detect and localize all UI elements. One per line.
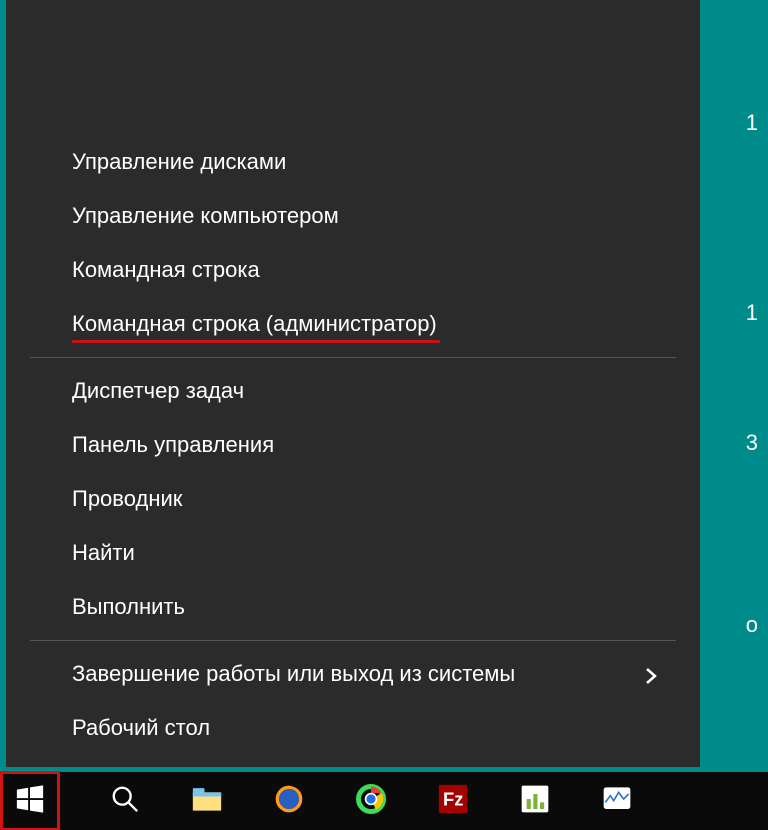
menu-item-control-panel[interactable]: Панель управления [6, 418, 700, 472]
taskbar-file-explorer-button[interactable] [169, 772, 245, 830]
chevron-right-icon [642, 665, 660, 683]
menu-item-shutdown-signout[interactable]: Завершение работы или выход из системы [6, 647, 700, 701]
menu-item-search[interactable]: Найти [6, 526, 700, 580]
menu-item-disk-management[interactable]: Управление дисками [6, 135, 700, 189]
menu-item-command-prompt[interactable]: Командная строка [6, 243, 700, 297]
desktop-text: 1 [746, 300, 758, 326]
filezilla-icon: Fz [438, 784, 468, 819]
menu-separator [30, 640, 676, 641]
start-button[interactable] [3, 774, 57, 828]
svg-text:Fz: Fz [443, 788, 463, 809]
menu-item-run[interactable]: Выполнить [6, 580, 700, 634]
menu-item-label: Завершение работы или выход из системы [72, 661, 515, 686]
taskbar-app-monitor-button[interactable] [579, 772, 655, 830]
taskbar-search-button[interactable] [87, 772, 163, 830]
desktop-text: 3 [746, 430, 758, 456]
file-explorer-icon [192, 784, 222, 819]
taskbar: Fz [0, 772, 768, 830]
desktop-text: 1 [746, 110, 758, 136]
menu-item-label: Командная строка (администратор) [72, 311, 437, 336]
menu-item-label: Выполнить [72, 594, 185, 619]
menu-item-desktop[interactable]: Рабочий стол [6, 701, 700, 755]
highlight-underline [72, 340, 440, 343]
app-monitor-icon [602, 784, 632, 819]
taskbar-firefox-button[interactable] [251, 772, 327, 830]
menu-item-task-manager[interactable]: Диспетчер задач [6, 364, 700, 418]
firefox-icon [274, 784, 304, 819]
windows-icon [15, 784, 45, 819]
menu-item-label: Командная строка [72, 257, 260, 282]
app-chart-icon [520, 784, 550, 819]
menu-item-computer-management[interactable]: Управление компьютером [6, 189, 700, 243]
menu-item-file-explorer[interactable]: Проводник [6, 472, 700, 526]
menu-item-label: Диспетчер задач [72, 378, 244, 403]
desktop-text: о [746, 612, 758, 638]
menu-separator [30, 357, 676, 358]
taskbar-chrome-button[interactable] [333, 772, 409, 830]
start-context-menu: Управление дисками Управление компьютеро… [6, 0, 700, 767]
menu-item-label: Панель управления [72, 432, 274, 457]
chrome-icon [356, 784, 386, 819]
menu-item-label: Найти [72, 540, 135, 565]
menu-item-label: Рабочий стол [72, 715, 210, 740]
taskbar-app-chart-button[interactable] [497, 772, 573, 830]
menu-item-command-prompt-admin[interactable]: Командная строка (администратор) [6, 297, 700, 351]
menu-item-label: Проводник [72, 486, 182, 511]
menu-item-label: Управление дисками [72, 149, 286, 174]
menu-item-label: Управление компьютером [72, 203, 339, 228]
taskbar-filezilla-button[interactable]: Fz [415, 772, 491, 830]
search-icon [110, 784, 140, 819]
